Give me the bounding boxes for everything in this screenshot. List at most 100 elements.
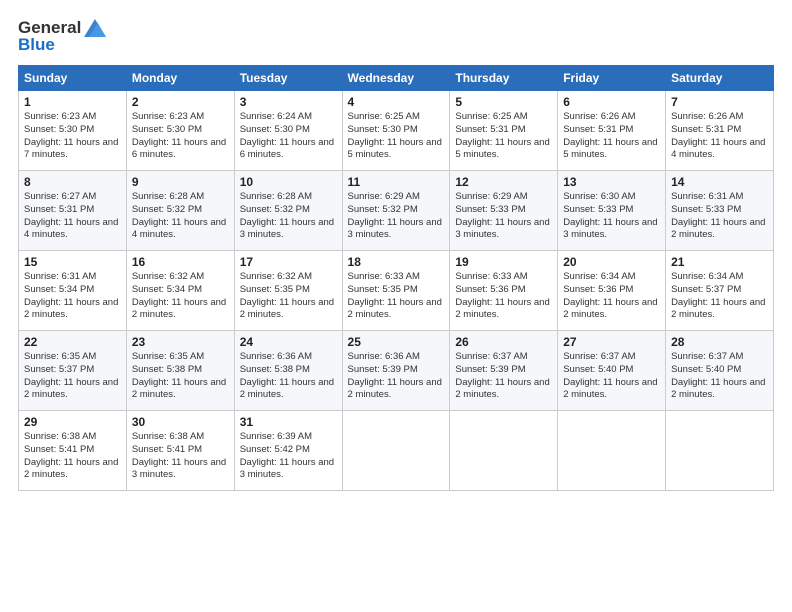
- sunset-label: Sunset: 5:30 PM: [240, 124, 310, 135]
- day-number: 1: [24, 95, 121, 109]
- sunset-label: Sunset: 5:36 PM: [563, 284, 633, 295]
- sunset-label: Sunset: 5:35 PM: [240, 284, 310, 295]
- sunset-label: Sunset: 5:30 PM: [24, 124, 94, 135]
- day-info: Sunrise: 6:24 AM Sunset: 5:30 PM Dayligh…: [240, 111, 337, 162]
- sunrise-label: Sunrise: 6:28 AM: [132, 191, 204, 202]
- day-info: Sunrise: 6:25 AM Sunset: 5:31 PM Dayligh…: [455, 111, 552, 162]
- sunrise-label: Sunrise: 6:35 AM: [24, 351, 96, 362]
- day-number: 22: [24, 335, 121, 349]
- daylight-label: Daylight: 11 hours and 3 minutes.: [240, 217, 334, 241]
- day-info: Sunrise: 6:35 AM Sunset: 5:38 PM Dayligh…: [132, 351, 229, 402]
- daylight-label: Daylight: 11 hours and 6 minutes.: [132, 137, 226, 161]
- sunrise-label: Sunrise: 6:35 AM: [132, 351, 204, 362]
- daylight-label: Daylight: 11 hours and 2 minutes.: [348, 377, 442, 401]
- day-number: 26: [455, 335, 552, 349]
- sunset-label: Sunset: 5:33 PM: [563, 204, 633, 215]
- col-friday: Friday: [558, 66, 666, 91]
- sunrise-label: Sunrise: 6:38 AM: [132, 431, 204, 442]
- day-cell: 9 Sunrise: 6:28 AM Sunset: 5:32 PM Dayli…: [126, 171, 234, 251]
- day-cell: 18 Sunrise: 6:33 AM Sunset: 5:35 PM Dayl…: [342, 251, 450, 331]
- day-cell: 14 Sunrise: 6:31 AM Sunset: 5:33 PM Dayl…: [666, 171, 774, 251]
- sunset-label: Sunset: 5:31 PM: [671, 124, 741, 135]
- daylight-label: Daylight: 11 hours and 5 minutes.: [455, 137, 549, 161]
- sunrise-label: Sunrise: 6:39 AM: [240, 431, 312, 442]
- col-wednesday: Wednesday: [342, 66, 450, 91]
- day-cell: 2 Sunrise: 6:23 AM Sunset: 5:30 PM Dayli…: [126, 91, 234, 171]
- day-cell: 6 Sunrise: 6:26 AM Sunset: 5:31 PM Dayli…: [558, 91, 666, 171]
- sunrise-label: Sunrise: 6:24 AM: [240, 111, 312, 122]
- day-cell: 8 Sunrise: 6:27 AM Sunset: 5:31 PM Dayli…: [19, 171, 127, 251]
- sunset-label: Sunset: 5:33 PM: [455, 204, 525, 215]
- daylight-label: Daylight: 11 hours and 6 minutes.: [240, 137, 334, 161]
- day-number: 13: [563, 175, 660, 189]
- day-info: Sunrise: 6:39 AM Sunset: 5:42 PM Dayligh…: [240, 431, 337, 482]
- daylight-label: Daylight: 11 hours and 2 minutes.: [24, 457, 118, 481]
- col-tuesday: Tuesday: [234, 66, 342, 91]
- day-info: Sunrise: 6:28 AM Sunset: 5:32 PM Dayligh…: [132, 191, 229, 242]
- sunrise-label: Sunrise: 6:29 AM: [348, 191, 420, 202]
- daylight-label: Daylight: 11 hours and 2 minutes.: [348, 297, 442, 321]
- sunrise-label: Sunrise: 6:27 AM: [24, 191, 96, 202]
- sunset-label: Sunset: 5:38 PM: [132, 364, 202, 375]
- day-number: 6: [563, 95, 660, 109]
- day-info: Sunrise: 6:25 AM Sunset: 5:30 PM Dayligh…: [348, 111, 445, 162]
- day-cell: 11 Sunrise: 6:29 AM Sunset: 5:32 PM Dayl…: [342, 171, 450, 251]
- day-info: Sunrise: 6:30 AM Sunset: 5:33 PM Dayligh…: [563, 191, 660, 242]
- day-info: Sunrise: 6:33 AM Sunset: 5:36 PM Dayligh…: [455, 271, 552, 322]
- daylight-label: Daylight: 11 hours and 2 minutes.: [132, 297, 226, 321]
- daylight-label: Daylight: 11 hours and 3 minutes.: [563, 217, 657, 241]
- day-info: Sunrise: 6:37 AM Sunset: 5:40 PM Dayligh…: [671, 351, 768, 402]
- daylight-label: Daylight: 11 hours and 3 minutes.: [455, 217, 549, 241]
- day-info: Sunrise: 6:36 AM Sunset: 5:39 PM Dayligh…: [348, 351, 445, 402]
- week-row-2: 8 Sunrise: 6:27 AM Sunset: 5:31 PM Dayli…: [19, 171, 774, 251]
- sunrise-label: Sunrise: 6:32 AM: [240, 271, 312, 282]
- sunset-label: Sunset: 5:30 PM: [348, 124, 418, 135]
- daylight-label: Daylight: 11 hours and 3 minutes.: [132, 457, 226, 481]
- sunset-label: Sunset: 5:31 PM: [24, 204, 94, 215]
- day-number: 21: [671, 255, 768, 269]
- daylight-label: Daylight: 11 hours and 5 minutes.: [563, 137, 657, 161]
- daylight-label: Daylight: 11 hours and 4 minutes.: [132, 217, 226, 241]
- day-info: Sunrise: 6:32 AM Sunset: 5:34 PM Dayligh…: [132, 271, 229, 322]
- sunrise-label: Sunrise: 6:28 AM: [240, 191, 312, 202]
- day-number: 27: [563, 335, 660, 349]
- daylight-label: Daylight: 11 hours and 2 minutes.: [132, 377, 226, 401]
- day-number: 23: [132, 335, 229, 349]
- sunset-label: Sunset: 5:31 PM: [563, 124, 633, 135]
- sunset-label: Sunset: 5:38 PM: [240, 364, 310, 375]
- logo-icon: [84, 19, 106, 37]
- page: General Blue Sunday Monday Tuesday Wedne…: [0, 0, 792, 612]
- day-number: 30: [132, 415, 229, 429]
- day-cell: 4 Sunrise: 6:25 AM Sunset: 5:30 PM Dayli…: [342, 91, 450, 171]
- sunset-label: Sunset: 5:32 PM: [240, 204, 310, 215]
- day-cell: 28 Sunrise: 6:37 AM Sunset: 5:40 PM Dayl…: [666, 331, 774, 411]
- day-cell: 16 Sunrise: 6:32 AM Sunset: 5:34 PM Dayl…: [126, 251, 234, 331]
- day-cell: [558, 411, 666, 491]
- day-cell: [342, 411, 450, 491]
- day-number: 10: [240, 175, 337, 189]
- day-number: 29: [24, 415, 121, 429]
- day-number: 18: [348, 255, 445, 269]
- sunset-label: Sunset: 5:35 PM: [348, 284, 418, 295]
- daylight-label: Daylight: 11 hours and 2 minutes.: [455, 377, 549, 401]
- header: General Blue: [18, 18, 774, 55]
- daylight-label: Daylight: 11 hours and 2 minutes.: [24, 377, 118, 401]
- sunrise-label: Sunrise: 6:30 AM: [563, 191, 635, 202]
- logo: General Blue: [18, 18, 106, 55]
- day-info: Sunrise: 6:31 AM Sunset: 5:33 PM Dayligh…: [671, 191, 768, 242]
- day-number: 2: [132, 95, 229, 109]
- daylight-label: Daylight: 11 hours and 3 minutes.: [240, 457, 334, 481]
- sunrise-label: Sunrise: 6:31 AM: [671, 191, 743, 202]
- day-cell: 23 Sunrise: 6:35 AM Sunset: 5:38 PM Dayl…: [126, 331, 234, 411]
- week-row-5: 29 Sunrise: 6:38 AM Sunset: 5:41 PM Dayl…: [19, 411, 774, 491]
- day-cell: 25 Sunrise: 6:36 AM Sunset: 5:39 PM Dayl…: [342, 331, 450, 411]
- daylight-label: Daylight: 11 hours and 2 minutes.: [563, 297, 657, 321]
- sunrise-label: Sunrise: 6:37 AM: [563, 351, 635, 362]
- sunrise-label: Sunrise: 6:25 AM: [455, 111, 527, 122]
- daylight-label: Daylight: 11 hours and 2 minutes.: [563, 377, 657, 401]
- sunset-label: Sunset: 5:34 PM: [132, 284, 202, 295]
- sunset-label: Sunset: 5:36 PM: [455, 284, 525, 295]
- daylight-label: Daylight: 11 hours and 2 minutes.: [240, 377, 334, 401]
- sunset-label: Sunset: 5:32 PM: [132, 204, 202, 215]
- day-info: Sunrise: 6:26 AM Sunset: 5:31 PM Dayligh…: [671, 111, 768, 162]
